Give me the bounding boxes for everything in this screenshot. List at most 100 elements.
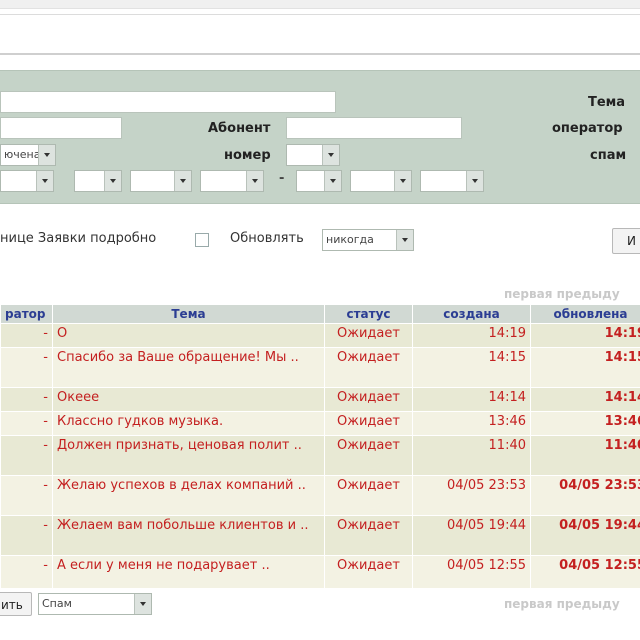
table-row[interactable]: - Желаем вам побольше клиентов и .. Ожид… [0,515,640,556]
table-row[interactable]: - Классно гудков музыка. Ожидает 13:46 1… [0,411,640,436]
table-row[interactable]: - Океее Ожидает 14:14 14:14 [0,387,640,412]
column-header-created[interactable]: создана [412,304,531,324]
label-operator: оператор [552,121,623,136]
cell-created: 14:14 [412,387,531,412]
label-subscriber: Абонент [208,121,271,136]
browser-top-strip [0,0,640,9]
cell-subject-link[interactable]: А если у меня не подарувает .. [52,555,325,588]
table-row[interactable]: - Должен признать, ценовая полит .. Ожид… [0,435,640,476]
chevron-down-icon [324,171,341,191]
pager-top[interactable]: первая предыду [504,287,620,301]
label-spam: спам [590,148,627,163]
cell-subject-link[interactable]: О [52,323,325,348]
cell-operator: - [0,411,53,436]
cell-created: 14:19 [412,323,531,348]
status-select-value: ючена [4,148,41,161]
cell-status: Ожидает [324,435,413,476]
date-to-month-select[interactable] [350,170,412,192]
cell-updated: 04/05 23:53 [530,475,640,516]
pager-bottom[interactable]: первая предыду [504,597,620,611]
cell-operator: - [0,387,53,412]
cell-subject-link[interactable]: Желаем вам побольше клиентов и .. [52,515,325,556]
cell-updated: 11:40 [530,435,640,476]
chevron-down-icon [466,171,483,191]
label-subject: Тема [588,95,626,110]
cell-operator: - [0,435,53,476]
column-header-subject[interactable]: Тема [52,304,325,324]
chevron-down-icon [134,594,151,614]
cell-status: Ожидает [324,387,413,412]
bulk-action-select-value: Спам [42,597,72,610]
table-header-row: ратор Тема статус создана обновлена [0,304,640,324]
cell-updated: 04/05 12:55 [530,555,640,588]
top-right-button[interactable]: И [612,228,640,254]
apply-action-button[interactable]: ить [0,592,32,616]
chevron-down-icon [36,171,53,191]
column-header-updated[interactable]: обновлена [530,304,640,324]
refresh-interval-select[interactable]: никогда [322,229,414,251]
date-from-year-select[interactable] [130,170,192,192]
cell-updated: 14:15 [530,347,640,388]
top-toolbar [0,14,640,55]
column-header-operator[interactable]: ратор [0,304,53,324]
refresh-label: Обновлять [230,231,304,246]
chevron-down-icon [394,171,411,191]
date-to-year-select[interactable] [420,170,484,192]
label-number: номер [224,148,271,163]
column-header-status[interactable]: статус [324,304,413,324]
date-from-month-select[interactable] [74,170,122,192]
cell-operator: - [0,323,53,348]
date-range-dash: - [279,171,285,186]
refresh-interval-value: никогда [326,233,374,246]
cell-subject-link[interactable]: Спасибо за Ваше обращение! Мы .. [52,347,325,388]
search-field[interactable] [0,91,336,113]
chevron-down-icon [174,171,191,191]
cell-operator: - [0,555,53,588]
cell-created: 14:15 [412,347,531,388]
cell-status: Ожидает [324,555,413,588]
date-from-day-select[interactable] [0,170,54,192]
status-select[interactable]: ючена [0,144,56,166]
tickets-table-wrapper: ратор Тема статус создана обновлена - О … [0,304,640,588]
table-row[interactable]: - Желаю успехов в делах компаний .. Ожид… [0,475,640,516]
cell-subject-link[interactable]: Океее [52,387,325,412]
cell-status: Ожидает [324,323,413,348]
cell-created: 04/05 23:53 [412,475,531,516]
cell-updated: 14:19 [530,323,640,348]
cell-created: 11:40 [412,435,531,476]
cell-operator: - [0,475,53,516]
bulk-action-select[interactable]: Спам [38,593,152,615]
subscriber-field[interactable] [286,117,462,139]
apply-action-button-label: ить [1,598,23,612]
detailed-view-checkbox[interactable] [195,233,209,247]
date-to-day-select[interactable] [296,170,342,192]
cell-status: Ожидает [324,475,413,516]
cell-created: 13:46 [412,411,531,436]
cell-operator: - [0,515,53,556]
cell-subject-link[interactable]: Должен признать, ценовая полит .. [52,435,325,476]
chevron-down-icon [38,145,55,165]
number-select[interactable] [286,144,340,166]
cell-subject-link[interactable]: Классно гудков музыка. [52,411,325,436]
table-row[interactable]: - О Ожидает 14:19 14:19 [0,323,640,348]
cell-created: 04/05 19:44 [412,515,531,556]
field-left[interactable] [0,117,122,139]
chevron-down-icon [396,230,413,250]
cell-created: 04/05 12:55 [412,555,531,588]
cell-updated: 14:14 [530,387,640,412]
table-row[interactable]: - Спасибо за Ваше обращение! Мы .. Ожида… [0,347,640,388]
options-row: нице Заявки подробно Обновлять никогда И [0,226,640,254]
cell-status: Ожидает [324,347,413,388]
table-row[interactable]: - А если у меня не подарувает .. Ожидает… [0,555,640,588]
cell-updated: 04/05 19:44 [530,515,640,556]
cell-status: Ожидает [324,515,413,556]
top-right-button-label: И [627,234,636,248]
date-from-hour-select[interactable] [200,170,264,192]
cell-updated: 13:46 [530,411,640,436]
chevron-down-icon [322,145,339,165]
detailed-view-label: нице Заявки подробно [0,231,157,246]
cell-operator: - [0,347,53,388]
chevron-down-icon [246,171,263,191]
tickets-table: ратор Тема статус создана обновлена - О … [0,304,640,588]
cell-subject-link[interactable]: Желаю успехов в делах компаний .. [52,475,325,516]
